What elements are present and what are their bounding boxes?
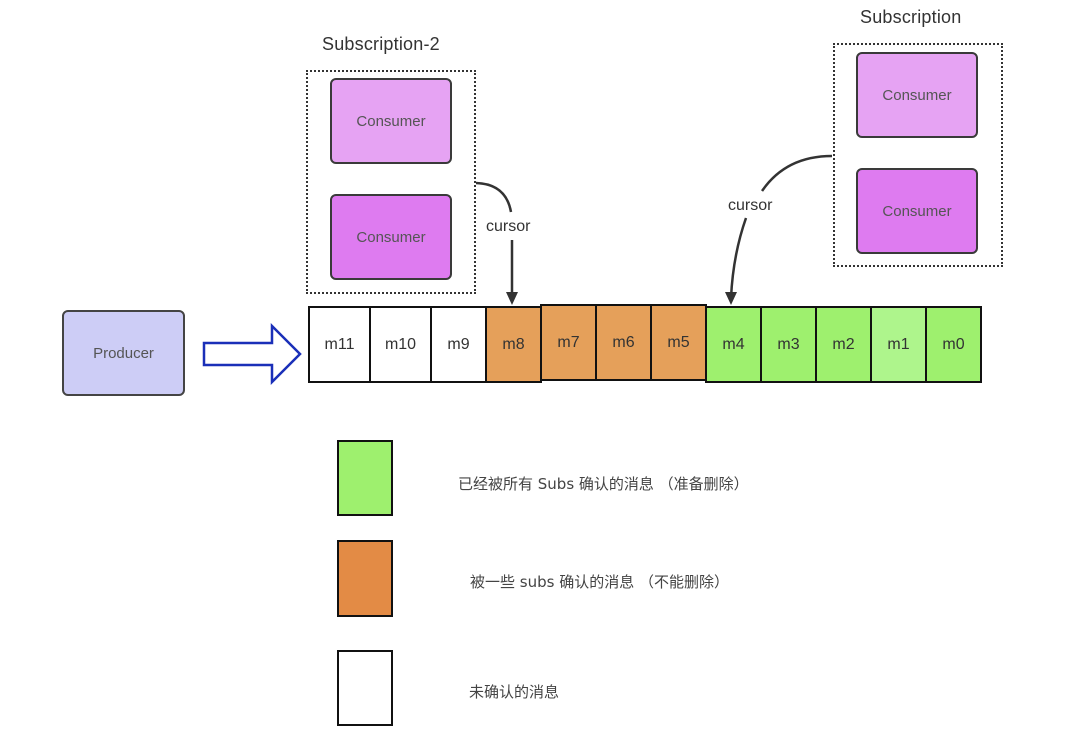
subscription-2-title: Subscription-2 (322, 34, 440, 54)
message-cell-m11: m11 (308, 306, 371, 383)
cursor-arc-subscription-2 (475, 181, 513, 213)
producer-to-queue-arrow (202, 322, 302, 386)
message-label: m1 (887, 335, 910, 353)
message-cell-m3: m3 (760, 306, 817, 383)
legend-text-unacked: 未确认的消息 (469, 683, 560, 701)
message-label: m3 (777, 335, 800, 353)
consumer-label: Consumer (882, 202, 952, 220)
message-cell-m8: m8 (485, 306, 542, 383)
message-label: m4 (722, 335, 745, 353)
cursor-arrowhead-subscription (725, 292, 737, 305)
message-label: m9 (447, 335, 470, 353)
cursor-label-subscription: cursor (728, 197, 773, 214)
message-cell-m7: m7 (540, 304, 597, 381)
message-cell-m9: m9 (430, 306, 487, 383)
message-label: m0 (942, 335, 965, 353)
message-label: m7 (557, 333, 580, 351)
consumer-label: Consumer (882, 86, 952, 104)
producer-label: Producer (93, 344, 154, 362)
legend-swatch-unacked (337, 650, 393, 726)
cursor-label-subscription-2: cursor (486, 218, 531, 235)
subscription-title: Subscription (860, 7, 962, 27)
subscription-consumer-2[interactable]: Consumer (856, 168, 978, 254)
producer[interactable]: Producer (62, 310, 185, 396)
subscription-consumer-1[interactable]: Consumer (856, 52, 978, 138)
message-cell-m10: m10 (369, 306, 432, 383)
consumer-label: Consumer (356, 228, 426, 246)
message-cell-m1: m1 (870, 306, 927, 383)
message-label: m6 (612, 333, 635, 351)
message-label: m5 (667, 333, 690, 351)
cursor-arrowhead-subscription-2 (506, 292, 518, 305)
message-cell-m4: m4 (705, 306, 762, 383)
message-cell-m6: m6 (595, 304, 652, 381)
legend-text-partial: 被一些 subs 确认的消息 （不能删除） (470, 573, 729, 591)
message-cell-m5: m5 (650, 304, 707, 381)
legend-swatch-partial (337, 540, 393, 617)
message-cell-m2: m2 (815, 306, 872, 383)
message-label: m10 (384, 335, 417, 353)
message-label: m2 (832, 335, 855, 353)
subscription-2-consumer-1[interactable]: Consumer (330, 78, 452, 164)
message-label: m11 (324, 335, 355, 353)
message-label: m8 (502, 335, 525, 353)
cursor-arc-subscription (760, 154, 833, 192)
message-cell-m0: m0 (925, 306, 982, 383)
consumer-label: Consumer (356, 112, 426, 130)
cursor-arrow-subscription (729, 217, 748, 299)
subscription-2-consumer-2[interactable]: Consumer (330, 194, 452, 280)
legend-swatch-acked (337, 440, 393, 516)
legend-text-acked: 已经被所有 Subs 确认的消息 （准备删除） (458, 475, 749, 493)
